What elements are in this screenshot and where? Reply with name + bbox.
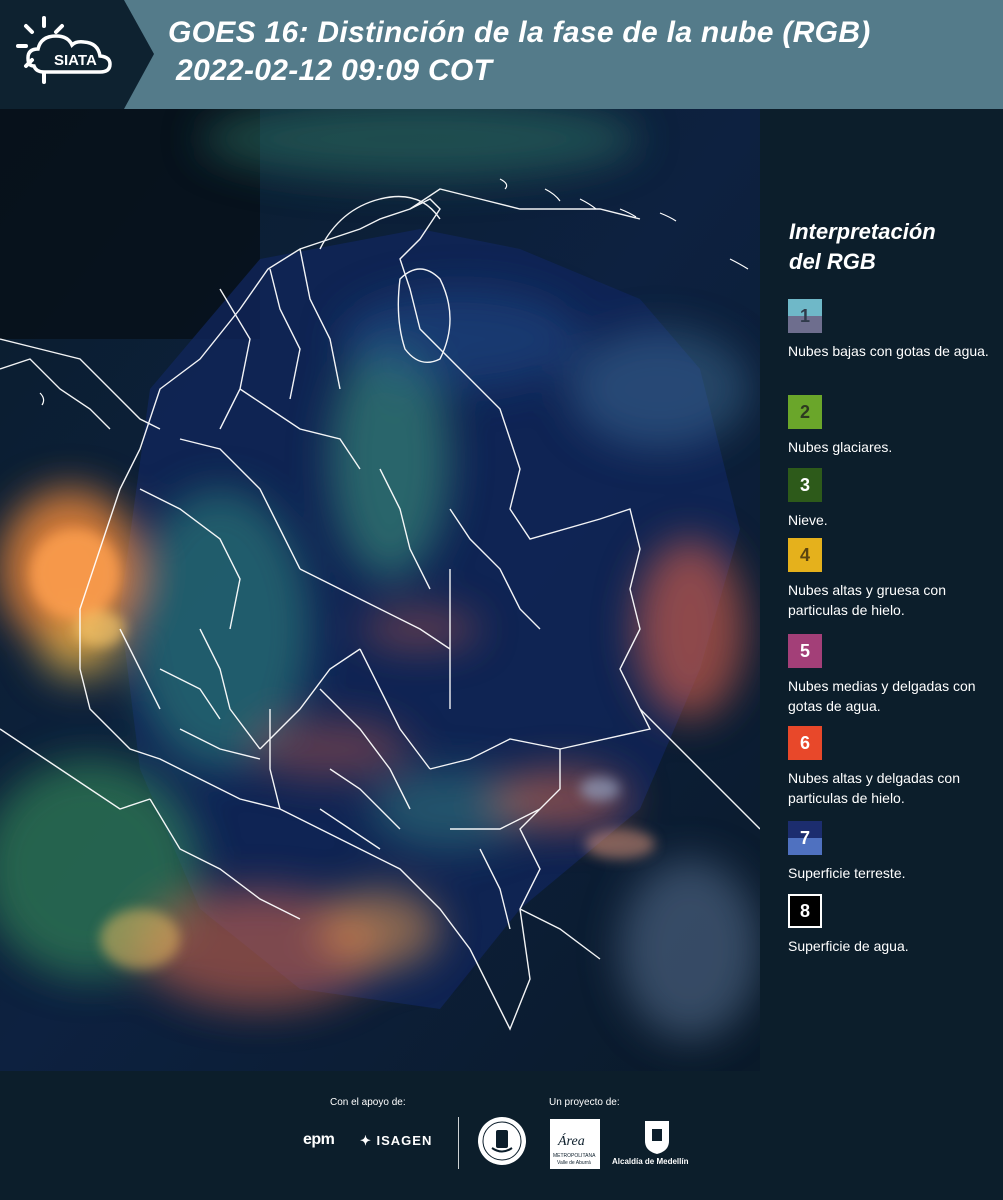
epm-logo: epm bbox=[303, 1131, 335, 1148]
legend-label-5: Nubes medias y delgadas con gotas de agu… bbox=[788, 678, 976, 714]
legend-number-4: 4 bbox=[799, 544, 810, 565]
legend-swatch-2: 2 bbox=[788, 395, 822, 429]
medellin-shield-icon bbox=[645, 1121, 669, 1154]
legend-swatch-6: 6 bbox=[788, 726, 822, 760]
legend-number-2: 2 bbox=[799, 401, 810, 422]
legend-panel: Interpretación del RGB 1 Nubes bajas con… bbox=[760, 109, 1003, 1071]
legend-number-7: 7 bbox=[799, 827, 810, 848]
legend-label-6: Nubes altas y delgadas con particulas de… bbox=[788, 770, 960, 806]
project-label: Un proyecto de: bbox=[549, 1097, 620, 1108]
legend-swatch-4: 4 bbox=[788, 538, 822, 572]
legend-label-3: Nieve. bbox=[788, 512, 828, 528]
legend-title-line-1: Interpretación bbox=[789, 219, 936, 244]
satellite-image bbox=[0, 109, 760, 1071]
logo-text: SIATA bbox=[54, 52, 97, 69]
legend-number-8: 8 bbox=[799, 900, 810, 921]
university-seal-icon bbox=[478, 1117, 526, 1165]
legend-number-1: 1 bbox=[799, 305, 810, 326]
legend-number-3: 3 bbox=[799, 474, 810, 495]
legend-label-8: Superficie de agua. bbox=[788, 938, 909, 954]
legend-number-5: 5 bbox=[799, 640, 810, 661]
footer-divider bbox=[458, 1117, 459, 1169]
isagen-text: ISAGEN bbox=[376, 1133, 433, 1148]
legend-swatch-3: 3 bbox=[788, 468, 822, 502]
legend-label-7: Superficie terreste. bbox=[788, 865, 906, 881]
alcaldia-text: Alcaldía de Medellín bbox=[612, 1157, 689, 1166]
isagen-logo: ✦ ISAGEN bbox=[360, 1133, 433, 1148]
legend-label-4: Nubes altas y gruesa con particulas de h… bbox=[788, 582, 946, 618]
area-metropolitana-logo-icon: Área METROPOLITANA Valle de Aburrá bbox=[550, 1119, 600, 1169]
legend-number-6: 6 bbox=[799, 732, 810, 753]
legend-swatch-5: 5 bbox=[788, 634, 822, 668]
area-metro-line1: METROPOLITANA bbox=[553, 1153, 596, 1159]
title-line-1: GOES 16: Distinción de la fase de la nub… bbox=[168, 16, 871, 49]
title-line-2: 2022-02-12 09:09 COT bbox=[176, 54, 493, 87]
legend-swatch-7: 7 bbox=[788, 821, 822, 855]
legend-swatch-1: 1 bbox=[788, 299, 822, 333]
legend-swatch-8: 8 bbox=[788, 894, 822, 928]
area-metro-line2: Valle de Aburrá bbox=[557, 1160, 591, 1166]
legend-label-2: Nubes glaciares. bbox=[788, 439, 893, 455]
page-title: GOES 16: Distinción de la fase de la nub… bbox=[168, 14, 871, 90]
siata-logo-icon: SIATA bbox=[16, 16, 112, 84]
area-metro-word: Área bbox=[557, 1132, 585, 1149]
footer: Con el apoyo de: Un proyecto de: epm ✦ I… bbox=[0, 1071, 1003, 1200]
legend-title: Interpretación del RGB bbox=[789, 217, 989, 277]
satellite-map bbox=[0, 109, 760, 1071]
legend-title-line-2: del RGB bbox=[789, 249, 876, 274]
support-label: Con el apoyo de: bbox=[330, 1097, 406, 1108]
legend-label-1: Nubes bajas con gotas de agua. bbox=[788, 343, 989, 359]
header: SIATA GOES 16: Distinción de la fase de … bbox=[0, 0, 1003, 109]
